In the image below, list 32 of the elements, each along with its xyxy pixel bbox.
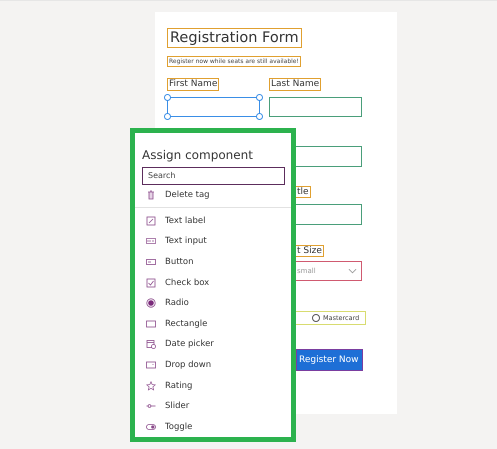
form-title: Registration Form xyxy=(167,28,302,48)
text-field[interactable] xyxy=(167,97,260,117)
text-input-icon xyxy=(146,236,156,246)
component-item[interactable]: Check box xyxy=(142,272,284,293)
delete-tag-item[interactable]: Delete tag xyxy=(142,184,284,206)
dropdown-icon xyxy=(146,360,156,370)
toggle-icon xyxy=(146,422,156,432)
component-item[interactable]: Drop down xyxy=(142,354,284,376)
trash-icon xyxy=(146,190,156,200)
component-item[interactable]: Date picker xyxy=(142,334,284,355)
checkbox-icon xyxy=(146,278,156,288)
search-field[interactable]: Search xyxy=(142,167,285,185)
component-item[interactable]: Rating xyxy=(142,375,284,396)
component-item[interactable]: Text label xyxy=(142,210,284,232)
component-item[interactable]: Slider xyxy=(142,396,284,416)
component-item[interactable]: Text input xyxy=(142,231,284,252)
component-item[interactable]: Rectangle xyxy=(142,313,284,334)
button-icon xyxy=(146,256,156,267)
component-item[interactable]: Toggle xyxy=(142,416,284,437)
star-icon xyxy=(146,380,156,391)
text-field[interactable] xyxy=(269,97,362,117)
pencil-icon xyxy=(146,216,156,226)
field-label: First Name xyxy=(167,78,220,91)
rectangle-icon xyxy=(146,318,156,329)
popup-title: Assign component xyxy=(142,147,254,163)
calendar-icon xyxy=(146,339,156,350)
register-button[interactable]: Register Now xyxy=(296,349,363,371)
field-label: Last Name xyxy=(269,78,322,91)
chevron-down-icon xyxy=(348,268,357,274)
component-item[interactable]: Radio xyxy=(142,292,284,314)
radio-icon xyxy=(146,298,156,308)
component-item[interactable]: Button xyxy=(142,252,284,272)
